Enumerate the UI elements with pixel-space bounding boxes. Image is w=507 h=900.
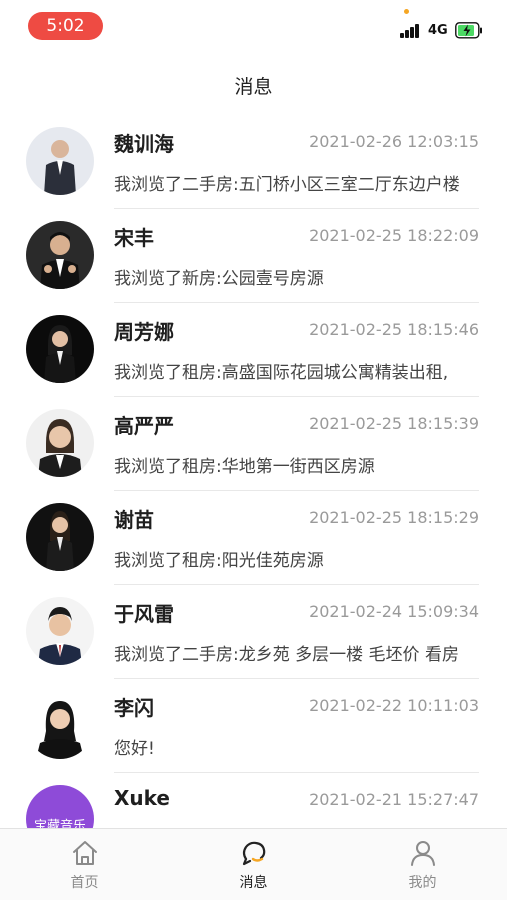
tab-label: 消息	[239, 875, 268, 891]
avatar	[26, 315, 94, 383]
avatar	[26, 127, 94, 195]
contact-name: Xuke	[114, 786, 170, 810]
message-preview: 我浏览了租房:华地第一街西区房源	[114, 457, 375, 477]
recording-indicator-dot	[404, 9, 409, 14]
avatar	[26, 409, 94, 477]
page-title: 消息	[234, 76, 273, 98]
message-preview: 我浏览了二手房:五门桥小区三室二厅东边户楼	[114, 175, 460, 195]
message-time: 2021-02-24 15:09:34	[309, 602, 479, 621]
message-item[interactable]: 魏训海 2021-02-26 12:03:15 我浏览了二手房:五门桥小区三室二…	[0, 115, 507, 209]
profile-icon	[411, 841, 435, 866]
message-preview: 我浏览了租房:高盛国际花园城公寓精装出租,	[114, 363, 449, 383]
avatar	[26, 503, 94, 571]
message-time: 2021-02-25 18:22:09	[309, 226, 479, 245]
message-preview: 我浏览了二手房:龙乡苑 多层一楼 毛坯价 看房	[114, 645, 459, 665]
message-time: 2021-02-25 18:15:39	[309, 414, 479, 433]
contact-name: 于风雷	[114, 602, 174, 626]
message-time: 2021-02-26 12:03:15	[309, 132, 479, 151]
message-time: 2021-02-21 15:27:47	[309, 790, 479, 809]
message-preview: 我浏览了新房:公园壹号房源	[114, 269, 324, 289]
network-type: 4G	[428, 23, 448, 38]
message-time: 2021-02-25 18:15:29	[309, 508, 479, 527]
tab-messages[interactable]: 消息	[169, 829, 338, 900]
message-list[interactable]: 魏训海 2021-02-26 12:03:15 我浏览了二手房:五门桥小区三室二…	[0, 115, 507, 828]
tab-label: 首页	[70, 875, 99, 891]
status-time: 5:02	[28, 12, 103, 40]
tab-label: 我的	[408, 875, 437, 891]
message-item[interactable]: 宋丰 2021-02-25 18:22:09 我浏览了新房:公园壹号房源	[0, 209, 507, 303]
avatar: 宝藏音乐	[26, 785, 94, 828]
tab-profile[interactable]: 我的	[338, 829, 507, 900]
avatar-text: 宝藏音乐	[33, 819, 86, 828]
cellular-signal-icon	[400, 24, 422, 38]
battery-charging-icon	[455, 22, 482, 39]
message-time: 2021-02-25 18:15:46	[309, 320, 479, 339]
message-item[interactable]: 宝藏音乐 Xuke 2021-02-21 15:27:47	[0, 773, 507, 828]
message-time: 2021-02-22 10:11:03	[309, 696, 479, 715]
contact-name: 魏训海	[114, 132, 174, 156]
avatar	[26, 221, 94, 289]
message-item[interactable]: 高严严 2021-02-25 18:15:39 我浏览了租房:华地第一街西区房源	[0, 397, 507, 491]
tab-bar: 首页 消息 我的	[0, 828, 507, 900]
contact-name: 周芳娜	[114, 320, 174, 344]
avatar	[26, 691, 94, 759]
message-icon	[242, 841, 266, 866]
message-item[interactable]: 于风雷 2021-02-24 15:09:34 我浏览了二手房:龙乡苑 多层一楼…	[0, 585, 507, 679]
contact-name: 高严严	[114, 414, 174, 438]
message-item[interactable]: 谢苗 2021-02-25 18:15:29 我浏览了租房:阳光佳苑房源	[0, 491, 507, 585]
message-preview: 我浏览了租房:阳光佳苑房源	[114, 551, 324, 571]
message-item[interactable]: 周芳娜 2021-02-25 18:15:46 我浏览了租房:高盛国际花园城公寓…	[0, 303, 507, 397]
contact-name: 李闪	[114, 696, 154, 720]
home-icon	[73, 841, 97, 865]
message-item[interactable]: 李闪 2021-02-22 10:11:03 您好!	[0, 679, 507, 773]
contact-name: 谢苗	[114, 508, 154, 532]
message-preview: 您好!	[114, 739, 155, 759]
status-bar: 5:02 4G	[0, 0, 507, 52]
contact-name: 宋丰	[114, 226, 154, 250]
tab-home[interactable]: 首页	[0, 829, 169, 900]
avatar	[26, 597, 94, 665]
